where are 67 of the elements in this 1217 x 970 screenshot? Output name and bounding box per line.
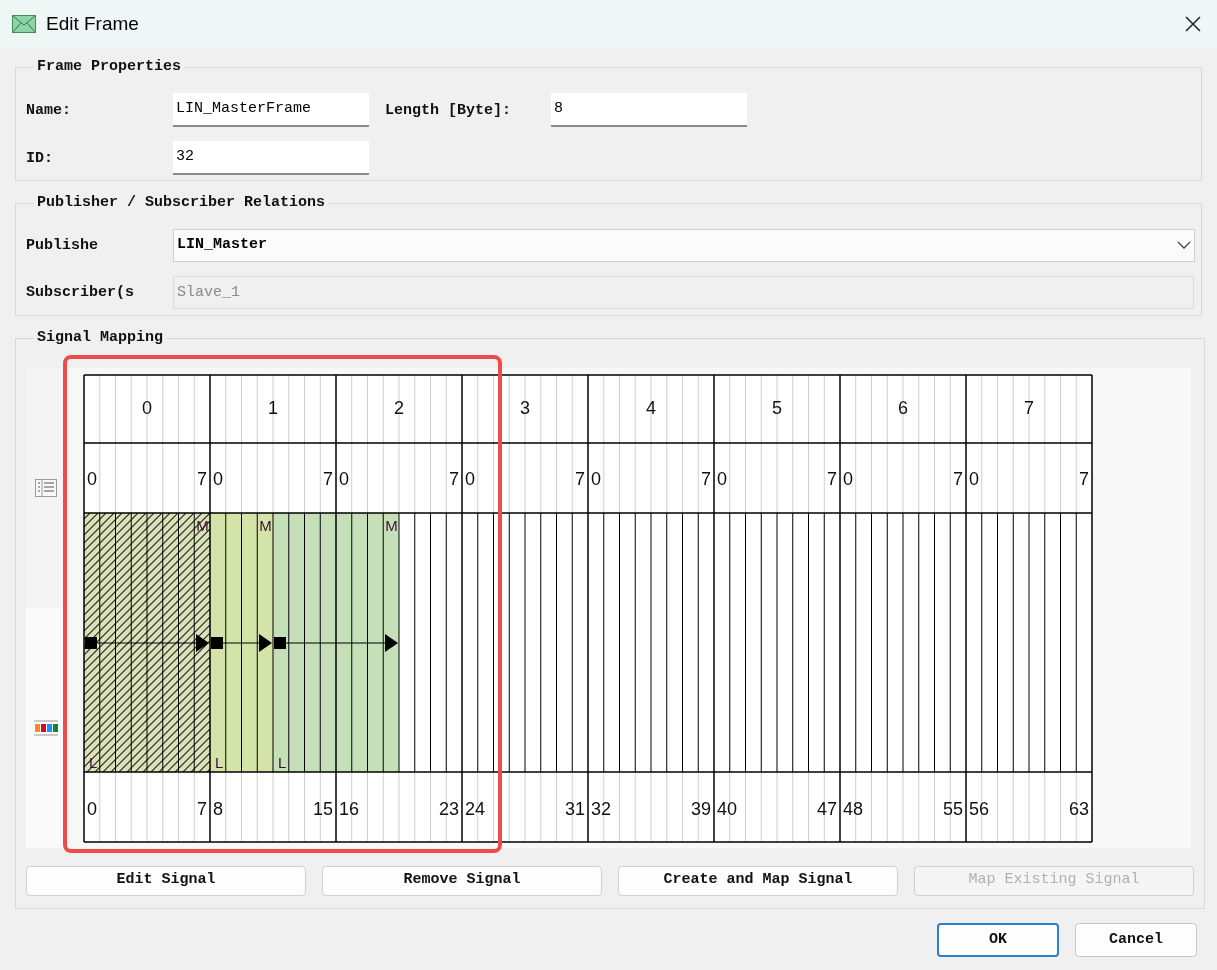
bit-number: 0 [87,798,97,819]
bit-number: 0 [213,468,223,489]
bit-number: 8 [213,798,223,819]
bit-number: 0 [87,468,97,489]
bit-number: 23 [438,798,459,819]
bit-number: 32 [591,798,612,819]
byte-number: 7 [1024,397,1034,418]
text-field[interactable]: LIN_MasterFrame [173,92,369,127]
bit-number: 16 [339,798,360,819]
bit-number: 7 [575,468,585,489]
bit-number: 47 [816,798,837,819]
bit-number: 7 [953,468,963,489]
bit-number: 63 [1068,798,1089,819]
action-button[interactable]: Edit Signal [26,865,306,896]
close-icon[interactable] [1185,16,1201,32]
bit-number: 24 [465,798,486,819]
bit-number: 7 [1079,468,1089,489]
byte-number: 2 [394,397,404,418]
bit-number: 40 [717,798,738,819]
field-label: Name: [26,101,71,119]
lsb-marker: L [215,753,224,771]
bit-number: 0 [843,468,853,489]
bit-number: 7 [701,468,711,489]
bit-number: 31 [564,798,585,819]
byte-number: 1 [268,397,278,418]
bit-number: 0 [969,468,979,489]
byte-number: 5 [772,397,782,418]
dialog-button[interactable]: Cancel [1075,923,1197,957]
window-title: Edit Frame [46,11,139,36]
bit-number: 55 [942,798,963,819]
dialog-button[interactable]: OK [937,923,1059,957]
action-button[interactable]: Remove Signal [322,865,602,896]
action-button[interactable]: Create and Map Signal [618,865,898,896]
text-field[interactable]: 32 [173,140,369,175]
bit-number: 0 [717,468,727,489]
field-label: Subscriber(s [26,284,135,302]
list-icon[interactable] [35,478,57,497]
bit-number: 7 [449,468,459,489]
bit-number: 7 [323,468,333,489]
field-label: Publishe [26,237,98,255]
bit-number: 0 [339,468,349,489]
lsb-marker: L [278,753,287,771]
bit-number: 56 [969,798,990,819]
msb-marker: M [385,516,398,534]
text-field[interactable]: 8 [551,92,747,127]
bit-number: 48 [843,798,864,819]
publisher-dropdown[interactable]: LIN_Master [173,228,1195,262]
bit-number: 7 [197,468,207,489]
color-bars-icon[interactable] [34,719,58,736]
byte-number: 6 [898,397,908,418]
bit-number: 0 [465,468,475,489]
msb-marker: M [259,516,272,534]
group-title: Signal Mapping [36,328,165,348]
bit-number: 15 [312,798,333,819]
bit-number: 7 [197,798,207,819]
bit-number: 7 [827,468,837,489]
field-label: Length [Byte]: [385,101,512,119]
group-title: Frame Properties [36,57,183,77]
envelope-icon [12,15,36,33]
chevron-down-icon [1177,241,1191,249]
bit-number: 0 [591,468,601,489]
bit-number: 39 [690,798,711,819]
field-label: ID: [26,149,53,167]
byte-number: 4 [646,397,656,418]
group-title: Publisher / Subscriber Relations [36,193,327,213]
byte-number: 0 [142,397,152,418]
byte-number: 3 [520,397,530,418]
